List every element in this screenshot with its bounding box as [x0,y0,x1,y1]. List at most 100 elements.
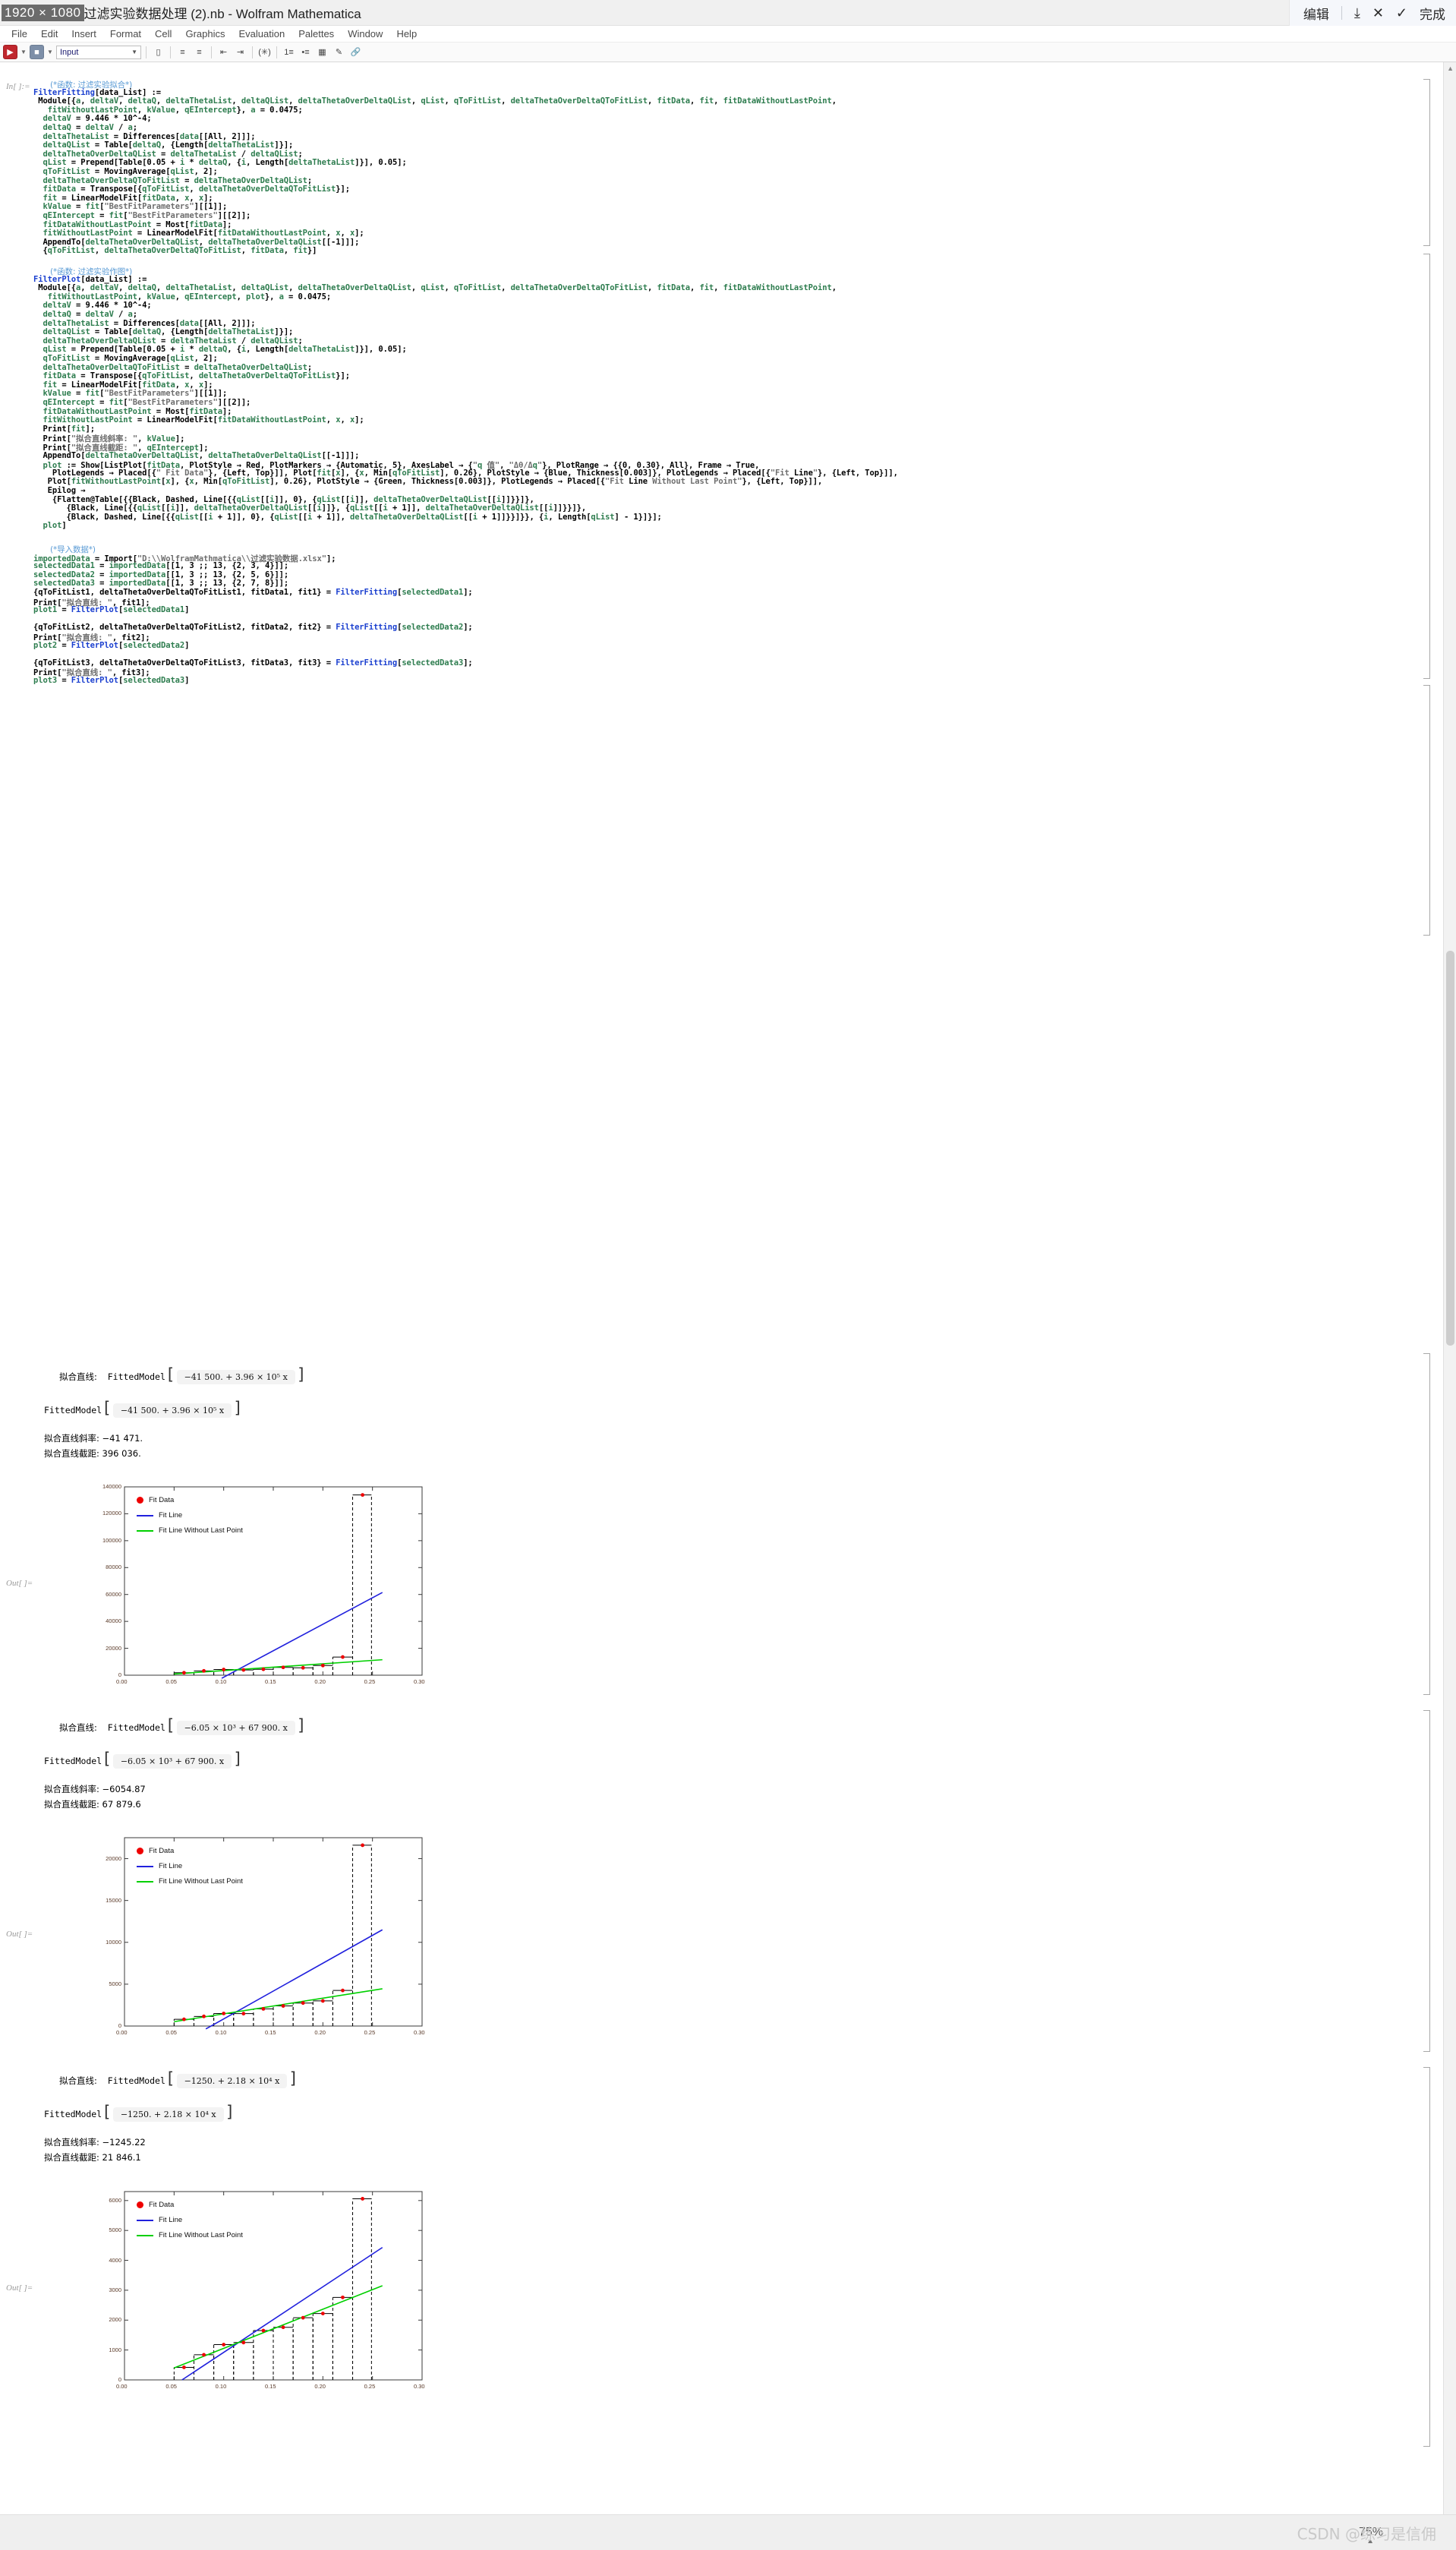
plot-output[interactable]: 0.00 0.05 0.10 0.15 0.20 0.25 0.30 0 20000 40000 6… [39,1481,434,1709]
run-button-icon[interactable]: ▶ [3,45,17,59]
check-icon[interactable]: ✓ [1396,6,1407,20]
code-line[interactable]: qToFitList = MovingAverage[qList, 2]; [33,354,217,363]
code-line[interactable]: deltaQList = Table[deltaQ, {Length[delta… [33,140,293,150]
scroll-up-icon[interactable]: ▲ [1447,65,1454,72]
capture-edit-button[interactable]: 编辑 [1303,4,1329,23]
code-line[interactable]: deltaThetaOverDeltaQToFitList = deltaThe… [33,363,312,372]
code-line[interactable]: fitData = Transpose[{qToFitList, deltaTh… [33,185,350,194]
code-line[interactable]: selectedData2 = importedData[[1, 3 ;; 13… [33,570,288,579]
code-line[interactable]: {qToFitList3, deltaThetaOverDeltaQToFitL… [33,658,473,667]
code-line[interactable]: deltaThetaOverDeltaQList = deltaThetaLis… [33,336,302,346]
menu-item-insert[interactable]: Insert [65,28,103,39]
code-line[interactable]: fit = LinearModelFit[fitData, x, x]; [33,380,213,390]
code-line[interactable]: deltaQList = Table[deltaQ, {Length[delta… [33,327,293,336]
cell-bracket[interactable] [1423,685,1430,936]
code-line[interactable]: fitWithoutLastPoint = LinearModelFit[fit… [33,415,364,424]
menu-item-cell[interactable]: Cell [148,28,178,39]
notebook-canvas[interactable]: ▲ ▼ In[ ]:= (*函数: 过滤实验拟合*)FilterFitting[… [0,62,1456,2550]
code-line[interactable]: FilterPlot[data_List] := [33,275,147,284]
fitted-model-expression[interactable]: −1250. + 2.18 × 10⁴ x [112,2107,224,2122]
menu-item-evaluation[interactable]: Evaluation [232,28,292,39]
code-line[interactable]: {Flatten@Table[{{Black, Dashed, Line[{{q… [33,495,534,504]
menu-item-format[interactable]: Format [103,28,148,39]
cell-style-select[interactable]: Input ▼ [56,45,141,59]
cell-bracket[interactable] [1423,79,1430,246]
fitted-model-expression[interactable]: −1250. + 2.18 × 10⁴ x [176,2074,288,2088]
code-line[interactable]: fitWithoutLastPoint, kValue, qEIntercept… [33,106,303,115]
indent-increase-icon[interactable]: ⇥ [233,45,247,59]
numbered-list-icon[interactable]: 1≡ [282,45,296,59]
code-line[interactable]: kValue = fit["BestFitParameters"][[1]]; [33,202,227,211]
code-line[interactable]: fitData = Transpose[{qToFitList, deltaTh… [33,371,350,380]
code-line[interactable]: qList = Prepend[Table[0.05 + i * deltaQ,… [33,345,406,354]
code-line[interactable]: fitDataWithoutLastPoint = Most[fitData]; [33,220,232,229]
chevron-down-icon[interactable]: ▼ [20,49,27,55]
code-line[interactable]: {qToFitList1, deltaThetaOverDeltaQToFitL… [33,588,473,597]
code-line[interactable]: AppendTo[deltaThetaOverDeltaQList, delta… [33,238,359,247]
code-line[interactable]: FilterFitting[data_List] := [33,88,161,97]
close-x-icon[interactable]: ✕ [1372,6,1384,20]
pen-icon[interactable]: ✎ [332,45,346,59]
code-line[interactable]: selectedData3 = importedData[[1, 3 ;; 13… [33,579,288,588]
menu-item-graphics[interactable]: Graphics [178,28,232,39]
plot-output[interactable]: 0.00 0.05 0.10 0.15 0.20 0.25 0.30 0 5000 10000 15… [39,1832,434,2059]
code-line[interactable]: deltaV = 9.446 * 10^-4; [33,301,151,310]
code-line[interactable]: AppendTo[deltaThetaOverDeltaQList, delta… [33,451,359,460]
align-left-icon[interactable]: ≡ [175,45,190,59]
bullet-list-icon[interactable]: •≡ [298,45,313,59]
code-line[interactable]: deltaThetaOverDeltaQList = deltaThetaLis… [33,150,302,159]
code-line[interactable]: {Black, Dashed, Line[{{qList[[i + 1]], 0… [33,513,662,522]
code-line[interactable]: fit = LinearModelFit[fitData, x, x]; [33,194,213,203]
indent-decrease-icon[interactable]: ⇤ [216,45,231,59]
settings-gear-icon[interactable]: ■ [30,45,44,59]
cell-bracket[interactable] [1423,1710,1430,2052]
link-icon[interactable]: 🔗 [348,45,363,59]
code-line[interactable]: {qToFitList2, deltaThetaOverDeltaQToFitL… [33,623,473,632]
code-line[interactable]: PlotLegends → Placed[{" Fit Data"}, {Lef… [33,469,898,478]
code-line[interactable]: plot3 = FilterPlot[selectedData3] [33,676,189,685]
capture-done-button[interactable]: 完成 [1420,4,1445,23]
code-line[interactable]: deltaThetaList = Differences[data[[All, … [33,132,255,141]
fitted-model-expression[interactable]: −41 500. + 3.96 × 10⁵ x [112,1403,232,1418]
cell-bracket[interactable] [1423,1353,1430,1695]
code-line[interactable]: Epilog → [33,486,86,495]
align-center-icon[interactable]: ≡ [192,45,206,59]
cell-bracket[interactable] [1423,2067,1430,2447]
code-line[interactable]: qEIntercept = fit["BestFitParameters"][[… [33,211,251,220]
code-line[interactable]: deltaV = 9.446 * 10^-4; [33,114,151,123]
code-line[interactable]: fitWithoutLastPoint = LinearModelFit[fit… [33,229,364,238]
fitted-model-expression[interactable]: −41 500. + 3.96 × 10⁵ x [176,1370,295,1384]
menu-item-window[interactable]: Window [341,28,389,39]
code-line[interactable]: deltaQ = deltaV / a; [33,123,137,132]
code-line[interactable]: qList = Prepend[Table[0.05 + i * deltaQ,… [33,158,406,167]
fitted-model-expression[interactable]: −6.05 × 10³ + 67 900. x [176,1721,295,1735]
code-line[interactable]: plot] [33,521,66,530]
math-input-icon[interactable]: (✳) [257,45,272,59]
cell-bracket-icon[interactable]: ▯ [151,45,165,59]
color-swatch-icon[interactable]: ▦ [315,45,329,59]
code-line[interactable]: fitWithoutLastPoint, kValue, qEIntercept… [33,292,332,301]
code-line[interactable]: Plot[fitWithoutLastPoint[x], {x, Min[qTo… [33,477,823,486]
menu-item-file[interactable]: File [5,28,34,39]
vertical-scrollbar[interactable]: ▲ ▼ [1443,62,1456,2550]
code-line[interactable]: deltaThetaOverDeltaQToFitList = deltaThe… [33,176,312,185]
menu-item-edit[interactable]: Edit [34,28,65,39]
code-line[interactable]: Module[{a, deltaV, deltaQ, deltaThetaLis… [33,283,837,292]
code-line[interactable]: fitDataWithoutLastPoint = Most[fitData]; [33,407,232,416]
cell-bracket[interactable] [1423,254,1430,679]
code-line[interactable]: Print[fit]; [33,424,95,434]
code-line[interactable]: plot2 = FilterPlot[selectedData2] [33,641,189,650]
code-line[interactable]: deltaQ = deltaV / a; [33,310,137,319]
fitted-model-expression[interactable]: −6.05 × 10³ + 67 900. x [112,1754,232,1769]
code-line[interactable]: selectedData1 = importedData[[1, 3 ;; 13… [33,561,288,570]
code-line[interactable]: qToFitList = MovingAverage[qList, 2]; [33,167,217,176]
scroll-thumb[interactable] [1446,951,1454,1346]
plot-output[interactable]: 0.00 0.05 0.10 0.15 0.20 0.25 0.30 0 1000 2000 300… [39,2185,434,2413]
code-line[interactable]: deltaThetaList = Differences[data[[All, … [33,319,255,328]
menu-item-help[interactable]: Help [389,28,424,39]
code-line[interactable]: {qToFitList, deltaThetaOverDeltaQToFitLi… [33,246,317,255]
code-line[interactable]: qEIntercept = fit["BestFitParameters"][[… [33,398,251,407]
menu-item-palettes[interactable]: Palettes [292,28,341,39]
code-line[interactable]: Module[{a, deltaV, deltaQ, deltaThetaLis… [33,96,837,106]
code-line[interactable]: kValue = fit["BestFitParameters"][[1]]; [33,389,227,398]
